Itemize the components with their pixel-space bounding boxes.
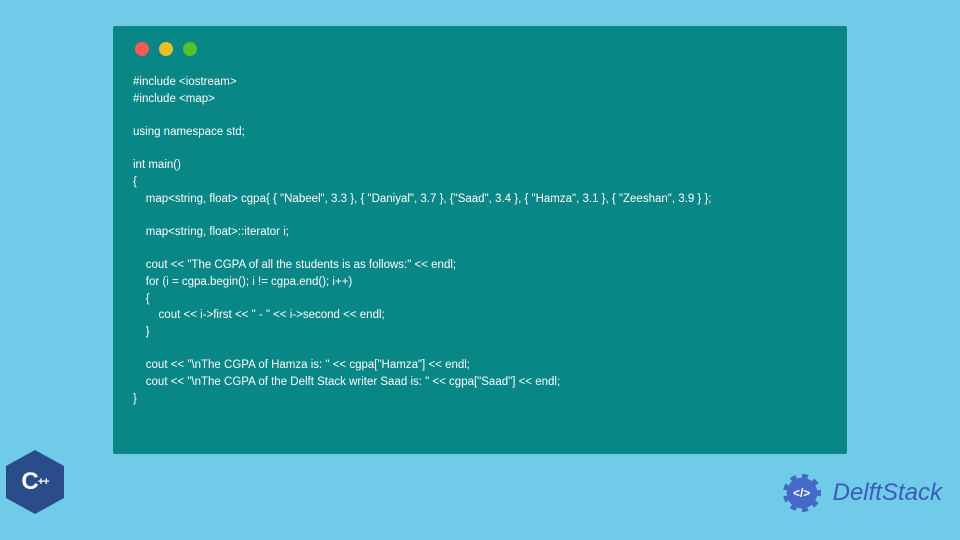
delftstack-code-icon: </> <box>793 486 810 500</box>
code-line: { <box>133 293 150 305</box>
delftstack-logo: </> DelftStack <box>775 466 942 520</box>
code-line: int main() <box>133 159 181 171</box>
code-line: { <box>133 176 137 188</box>
maximize-icon[interactable] <box>183 42 197 56</box>
delftstack-gear-icon: </> <box>775 466 829 520</box>
minimize-icon[interactable] <box>159 42 173 56</box>
close-icon[interactable] <box>135 42 149 56</box>
code-line: #include <iostream> <box>133 76 237 88</box>
code-line: cout << "The CGPA of all the students is… <box>133 259 456 271</box>
cpp-hexagon-icon: C++ <box>6 450 64 514</box>
window-controls <box>135 42 827 56</box>
code-line: map<string, float> cgpa{ { "Nabeel", 3.3… <box>133 193 712 205</box>
delftstack-text: DelftStack <box>833 479 942 507</box>
code-line: cout << "\nThe CGPA of Hamza is: " << cg… <box>133 359 470 371</box>
code-line: #include <map> <box>133 93 215 105</box>
code-line: } <box>133 393 137 405</box>
code-line: map<string, float>::iterator i; <box>133 226 289 238</box>
code-line: for (i = cgpa.begin(); i != cgpa.end(); … <box>133 276 352 288</box>
code-line: cout << "\nThe CGPA of the Delft Stack w… <box>133 376 560 388</box>
code-line: } <box>133 326 150 338</box>
code-window: #include <iostream> #include <map> using… <box>113 26 847 454</box>
cpp-logo-text: C++ <box>21 468 48 496</box>
code-block: #include <iostream> #include <map> using… <box>133 74 827 407</box>
cpp-logo: C++ <box>6 450 64 514</box>
code-line: cout << i->first << " - " << i->second <… <box>133 309 385 321</box>
code-line: using namespace std; <box>133 126 245 138</box>
